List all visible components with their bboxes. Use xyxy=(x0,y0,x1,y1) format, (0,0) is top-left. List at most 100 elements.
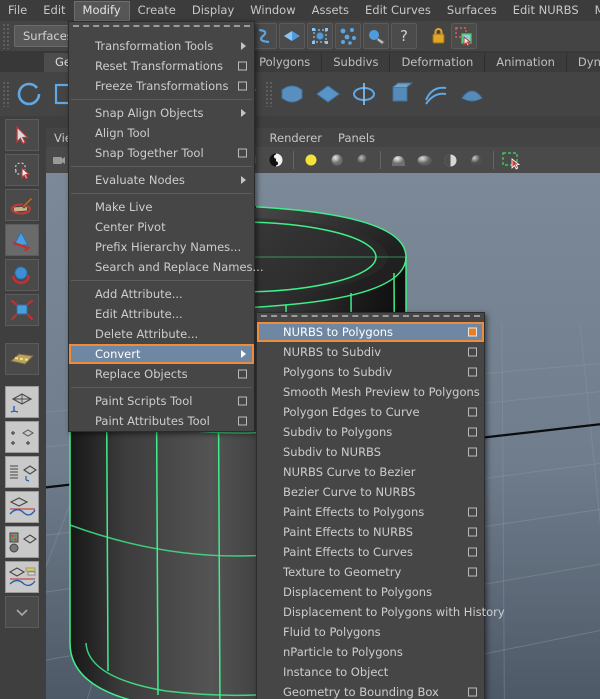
main-menu-bar[interactable]: File Edit Modify Create Display Window A… xyxy=(0,0,600,21)
scale-tool[interactable] xyxy=(5,294,39,326)
revolve-surface-icon[interactable] xyxy=(348,78,380,110)
menu-item-displacement-to-polygons[interactable]: Displacement to Polygons xyxy=(257,582,484,602)
menu-item-freeze-transformations[interactable]: Freeze Transformations xyxy=(69,76,254,96)
construction-history-icon[interactable] xyxy=(362,23,389,49)
menu-item-prefix-hierarchy-names[interactable]: Prefix Hierarchy Names... xyxy=(69,237,254,257)
shadows-icon[interactable] xyxy=(439,149,461,171)
modify-menu-tearoff-handle[interactable] xyxy=(73,25,250,34)
move-tool[interactable] xyxy=(5,224,39,256)
help-icon[interactable]: ? xyxy=(390,23,417,49)
menu-item-smooth-mesh-preview-to-polygons[interactable]: Smooth Mesh Preview to Polygons xyxy=(257,382,484,402)
shelf-tab-subdivs[interactable]: Subdivs xyxy=(322,53,391,72)
extrude-surface-icon[interactable] xyxy=(384,78,416,110)
menu-item-paint-scripts-tool[interactable]: Paint Scripts Tool xyxy=(69,391,254,411)
single-perspective-layout[interactable] xyxy=(5,386,39,418)
menu-item-nurbs-to-polygons[interactable]: NURBS to Polygons xyxy=(257,322,484,342)
menu-item-bezier-curve-to-nurbs[interactable]: Bezier Curve to NURBS xyxy=(257,482,484,502)
menubar-item-surfaces[interactable]: Surfaces xyxy=(439,1,505,20)
last-tool-used[interactable] xyxy=(5,343,39,375)
menubar-item-edit-curves[interactable]: Edit Curves xyxy=(357,1,439,20)
menu-item-nurbs-to-subdiv[interactable]: NURBS to Subdiv xyxy=(257,342,484,362)
option-box-icon[interactable] xyxy=(468,547,477,557)
menu-item-subdiv-to-polygons[interactable]: Subdiv to Polygons xyxy=(257,422,484,442)
menu-item-paint-attributes-tool[interactable]: Paint Attributes Tool xyxy=(69,411,254,431)
option-box-icon[interactable] xyxy=(238,396,247,406)
menu-item-paint-effects-to-polygons[interactable]: Paint Effects to Polygons xyxy=(257,502,484,522)
use-all-lights-icon[interactable] xyxy=(413,149,435,171)
shelf-grip-handle-2[interactable] xyxy=(265,81,274,107)
option-box-icon[interactable] xyxy=(468,447,477,457)
layout-more-chevron[interactable] xyxy=(5,596,39,628)
snap-to-plane-icon[interactable] xyxy=(278,23,305,49)
persp-graph-trax-layout[interactable] xyxy=(5,561,39,593)
four-view-layout[interactable] xyxy=(5,421,39,453)
convert-submenu[interactable]: NURBS to Polygons NURBS to Subdiv Polygo… xyxy=(256,312,505,699)
menu-item-nparticle-to-polygons[interactable]: nParticle to Polygons xyxy=(257,642,484,662)
rotate-tool[interactable] xyxy=(5,259,39,291)
menubar-item-edit-nurbs[interactable]: Edit NURBS xyxy=(505,1,587,20)
menu-item-align-tool[interactable]: Align Tool xyxy=(69,123,254,143)
toolbox-column[interactable] xyxy=(0,116,44,699)
menubar-item-display[interactable]: Display xyxy=(184,1,242,20)
option-box-icon[interactable] xyxy=(238,148,247,158)
menubar-item-edit[interactable]: Edit xyxy=(35,1,73,20)
menu-item-snap-align-objects[interactable]: Snap Align Objects xyxy=(69,103,254,123)
shelf-tab-polygons[interactable]: Polygons xyxy=(248,53,323,72)
wireframe-shading-icon[interactable] xyxy=(300,149,322,171)
menu-item-nurbs-curve-to-bezier[interactable]: NURBS Curve to Bezier xyxy=(257,462,484,482)
option-box-icon[interactable] xyxy=(468,327,477,337)
option-box-icon[interactable] xyxy=(468,687,477,697)
shaded-textured-icon[interactable] xyxy=(387,149,409,171)
snap-to-view-plane-icon[interactable] xyxy=(306,23,333,49)
select-tool[interactable] xyxy=(5,119,39,151)
option-box-icon[interactable] xyxy=(468,567,477,577)
boundary-surface-icon[interactable] xyxy=(456,78,488,110)
menubar-item-create[interactable]: Create xyxy=(130,1,184,20)
menu-item-transformation-tools[interactable]: Transformation Tools xyxy=(69,36,254,56)
menu-item-polygon-edges-to-curve[interactable]: Polygon Edges to Curve xyxy=(257,402,484,422)
menu-item-center-pivot[interactable]: Center Pivot xyxy=(69,217,254,237)
lock-icon[interactable] xyxy=(426,23,450,49)
menu-item-make-live[interactable]: Make Live xyxy=(69,197,254,217)
menubar-item-modify[interactable]: Modify xyxy=(73,0,130,21)
option-box-icon[interactable] xyxy=(468,527,477,537)
gate-mask-icon[interactable] xyxy=(265,149,287,171)
option-box-icon[interactable] xyxy=(468,347,477,357)
menubar-item-file[interactable]: File xyxy=(0,1,35,20)
isolate-select-icon[interactable] xyxy=(500,149,522,171)
viewport-menu-panels[interactable]: Panels xyxy=(330,131,383,145)
paint-select-tool[interactable] xyxy=(5,189,39,221)
menu-item-replace-objects[interactable]: Replace Objects xyxy=(69,364,254,384)
outliner-persp-layout[interactable] xyxy=(5,456,39,488)
shelf-tab-deformation[interactable]: Deformation xyxy=(390,53,486,72)
smooth-shading-icon[interactable] xyxy=(326,149,348,171)
option-box-icon[interactable] xyxy=(238,61,247,71)
menubar-item-muscle[interactable]: Muscle xyxy=(587,1,600,20)
option-box-icon[interactable] xyxy=(468,427,477,437)
shelf-tab-dynamics[interactable]: Dynamics xyxy=(566,53,600,72)
convert-menu-tearoff-handle[interactable] xyxy=(261,315,480,322)
select-camera-icon[interactable] xyxy=(48,149,70,171)
menu-item-geometry-to-bounding-box[interactable]: Geometry to Bounding Box xyxy=(257,682,484,699)
option-box-icon[interactable] xyxy=(238,369,247,379)
menu-item-instance-to-object[interactable]: Instance to Object xyxy=(257,662,484,682)
option-box-icon[interactable] xyxy=(238,81,247,91)
make-live-icon[interactable] xyxy=(334,23,361,49)
menubar-item-window[interactable]: Window xyxy=(242,1,303,20)
menubar-item-assets[interactable]: Assets xyxy=(304,1,357,20)
smooth-shading-all-icon[interactable] xyxy=(352,149,374,171)
shelf-grip-handle[interactable] xyxy=(2,81,11,107)
menu-item-fluid-to-polygons[interactable]: Fluid to Polygons xyxy=(257,622,484,642)
selection-mask-icon[interactable] xyxy=(450,23,477,49)
persp-graph-layout[interactable] xyxy=(5,491,39,523)
viewport-menu-renderer[interactable]: Renderer xyxy=(262,131,331,145)
screen-space-ao-icon[interactable] xyxy=(465,149,487,171)
option-box-icon[interactable] xyxy=(468,367,477,377)
option-box-icon[interactable] xyxy=(468,407,477,417)
menu-item-paint-effects-to-curves[interactable]: Paint Effects to Curves xyxy=(257,542,484,562)
menu-item-snap-together-tool[interactable]: Snap Together Tool xyxy=(69,143,254,163)
hypershade-persp-layout[interactable] xyxy=(5,526,39,558)
birail-surface-icon[interactable] xyxy=(420,78,452,110)
loft-surface-icon[interactable] xyxy=(276,78,308,110)
statusline-grip-handle[interactable] xyxy=(2,23,11,49)
